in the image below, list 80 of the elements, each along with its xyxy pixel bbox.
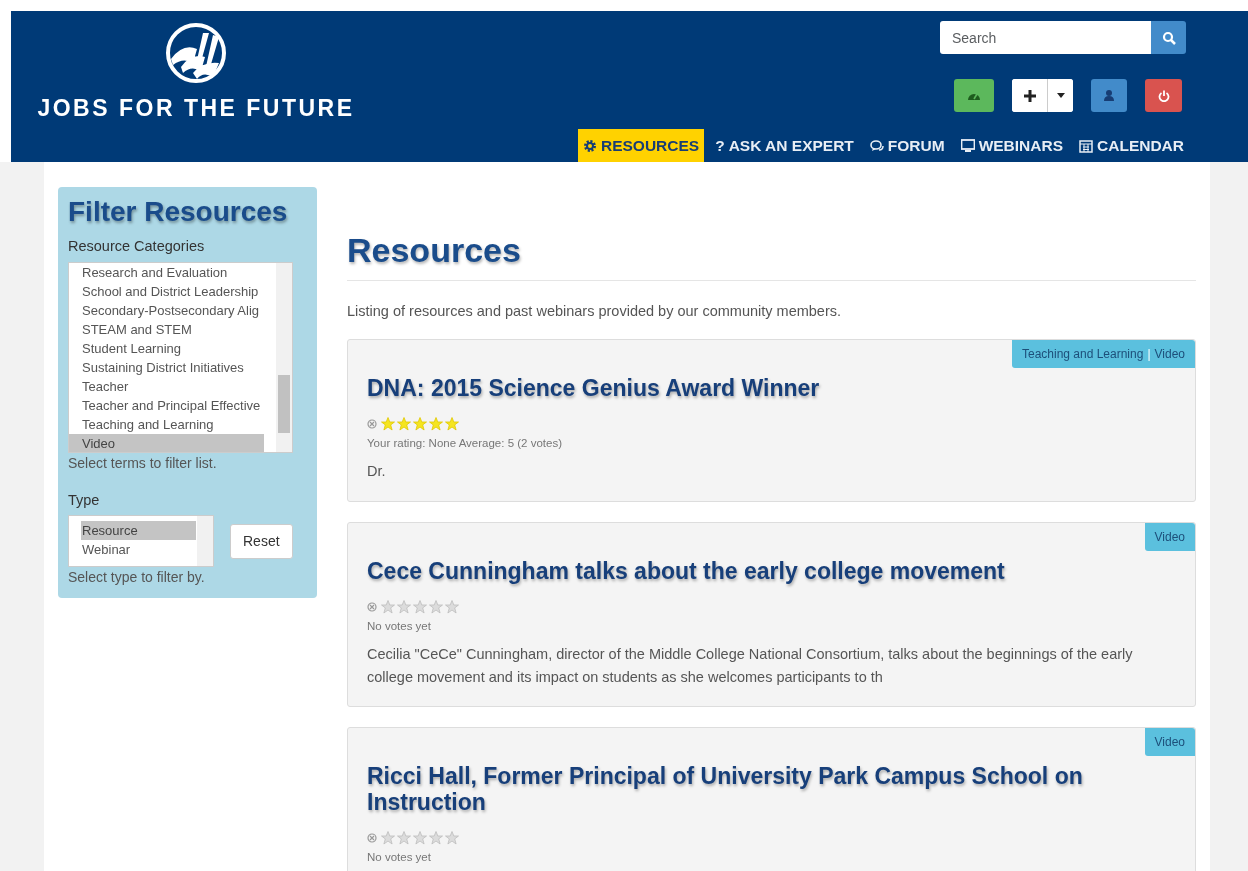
star-icon[interactable] — [445, 417, 459, 432]
reset-button[interactable]: Reset — [230, 523, 293, 559]
monitor-icon — [960, 138, 975, 153]
cancel-rating-icon[interactable] — [367, 419, 377, 430]
list-option[interactable]: School and District Leadership — [69, 281, 264, 301]
user-icon — [1104, 90, 1114, 101]
help-text: Select terms to filter list. — [68, 453, 218, 473]
gear-icon — [583, 138, 597, 153]
logout-button[interactable] — [1145, 79, 1182, 112]
resource-title[interactable]: DNA: 2015 Science Genius Award Winner — [367, 375, 1176, 402]
resource-title[interactable]: Cece Cunningham talks about the early college movement — [367, 558, 1176, 585]
resource-summary: Cecilia "CeCe" Cunningham, director of the Middle College National Consortium, talks about the beginnings of the early college movement and its impact on students as she welcomes participants to th — [367, 645, 1134, 687]
caret-icon — [1056, 93, 1065, 98]
star-icon[interactable] — [429, 600, 443, 615]
list-option[interactable]: Research and Evaluation — [69, 262, 264, 282]
field-label: Resource Categories — [68, 236, 206, 256]
star-icon[interactable] — [429, 417, 443, 432]
calendar-icon — [1079, 138, 1094, 153]
search-field[interactable]: Search — [940, 21, 1152, 54]
star-icon[interactable] — [397, 600, 411, 615]
rating-text: No votes yet — [367, 619, 432, 635]
list-option[interactable]: STEAM and STEM — [69, 319, 264, 339]
page-description: Listing of resources and past webinars provided by our community members. — [347, 302, 843, 321]
list-option[interactable]: Webinar — [81, 540, 196, 560]
nav-tab[interactable]: WEBINARS — [955, 129, 1069, 163]
list-option[interactable]: Teaching and Learning — [69, 414, 264, 434]
nav-tab[interactable]: ? ASK AN EXPERT — [710, 129, 859, 163]
search-icon — [1161, 30, 1176, 45]
sidebar-title: Filter Resources — [68, 197, 289, 228]
star-icon[interactable] — [413, 830, 427, 845]
star-icon[interactable] — [413, 417, 427, 432]
star-rating[interactable] — [381, 830, 459, 845]
star-icon[interactable] — [381, 417, 395, 432]
scrollbar[interactable] — [197, 516, 213, 567]
scrollbar[interactable] — [276, 262, 292, 452]
list-option[interactable]: Video — [69, 433, 264, 452]
star-icon[interactable] — [429, 830, 443, 845]
star-icon[interactable] — [413, 600, 427, 615]
brand-name: JOBS FOR THE FUTURE — [37, 94, 355, 123]
list-option[interactable]: Student Learning — [69, 338, 264, 358]
star-icon[interactable] — [397, 830, 411, 845]
plus-icon — [1023, 89, 1036, 102]
nav-tab[interactable]: FORUM — [864, 129, 950, 163]
tag-link[interactable]: Video — [1154, 346, 1185, 361]
type-listbox[interactable]: Resource Webinar — [68, 515, 214, 568]
nav-tab[interactable]: CALENDAR — [1074, 129, 1189, 163]
list-option[interactable]: Secondary-Postsecondary Alig — [69, 300, 264, 320]
speech-bubble-icon — [869, 138, 884, 153]
star-rating[interactable] — [381, 600, 459, 615]
page-title: Resources — [347, 230, 522, 271]
rating-text: Your rating: None Average: 5 (2 votes) — [367, 436, 563, 452]
logo-icon — [163, 23, 229, 83]
star-icon[interactable] — [445, 600, 459, 615]
rating-text: No votes yet — [367, 849, 432, 865]
list-option[interactable]: Sustaining District Initiatives — [69, 357, 264, 377]
dashboard-button[interactable] — [954, 79, 994, 112]
resource-summary: Dr. — [367, 462, 387, 482]
tag-link[interactable]: Video — [1154, 735, 1185, 750]
cancel-rating-icon[interactable] — [367, 832, 377, 843]
tag-link[interactable]: Teaching and Learning — [1021, 346, 1144, 361]
power-icon — [1157, 89, 1170, 102]
list-option[interactable]: Teacher and Principal Effective — [69, 395, 264, 415]
nav-tab[interactable]: RESOURCES — [578, 129, 705, 163]
search-button[interactable] — [1151, 21, 1186, 54]
category-listbox[interactable] — [68, 261, 293, 453]
list-option[interactable]: Resource — [81, 521, 196, 541]
field-label: Type — [68, 490, 101, 510]
star-rating[interactable] — [381, 417, 459, 432]
add-button[interactable] — [1012, 79, 1048, 112]
star-icon[interactable] — [445, 830, 459, 845]
resource-title[interactable]: Ricci Hall, Former Principal of University Park Campus School on Instruction — [367, 764, 1176, 815]
star-icon[interactable] — [397, 417, 411, 432]
tag-link[interactable]: Video — [1154, 529, 1185, 544]
user-button[interactable] — [1091, 79, 1127, 112]
star-icon[interactable] — [381, 600, 395, 615]
star-icon[interactable] — [381, 830, 395, 845]
list-option[interactable]: Teacher — [69, 376, 264, 396]
tag-separator: | — [1146, 346, 1152, 361]
help-text: Select type to filter by. — [68, 568, 206, 588]
cancel-rating-icon[interactable] — [367, 602, 377, 613]
